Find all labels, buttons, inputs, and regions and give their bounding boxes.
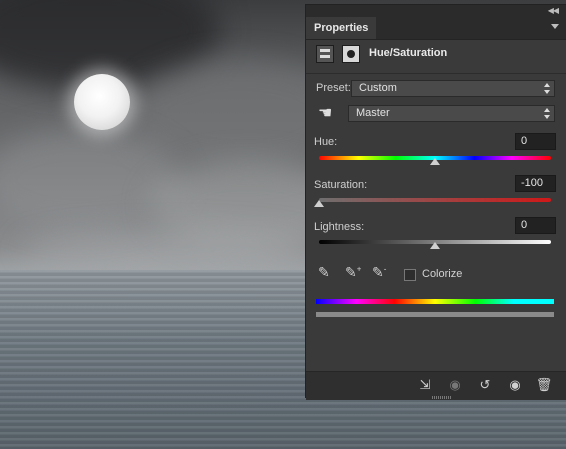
panel-title: Hue/Saturation — [369, 47, 448, 59]
eyedropper-plus-icon[interactable]: ✎+ — [345, 264, 361, 281]
panel-header: Hue/Saturation — [306, 39, 566, 74]
panel-tab-row: Properties — [306, 17, 566, 40]
preset-label: Preset: — [316, 82, 351, 94]
eyedropper-minus-icon[interactable]: ✎- — [372, 264, 386, 281]
hue-value-field[interactable]: 0 — [515, 133, 556, 150]
reset-icon[interactable]: ↺ — [474, 376, 496, 394]
visibility-eye-icon[interactable]: ◉ — [504, 376, 526, 394]
hand-adjust-icon[interactable]: ☚ — [318, 103, 332, 123]
colorize-label: Colorize — [422, 268, 463, 280]
view-previous-state-icon[interactable]: ◉ — [444, 376, 466, 394]
layer-mask-icon[interactable] — [342, 45, 360, 63]
saturation-label: Saturation: — [314, 179, 368, 191]
preset-value: Custom — [359, 82, 397, 94]
saturation-value-field[interactable]: -100 — [515, 175, 556, 192]
saturation-slider-track[interactable] — [319, 198, 551, 202]
eyedropper-icon[interactable]: ✎ — [318, 264, 330, 281]
saturation-slider-thumb[interactable] — [314, 200, 324, 207]
lightness-slider-thumb[interactable] — [430, 242, 440, 249]
double-chevron-icon[interactable]: ◀◀ — [548, 5, 559, 17]
panel-top-strip: ◀◀ — [306, 5, 566, 17]
moon — [74, 74, 130, 130]
lightness-label: Lightness: — [314, 221, 365, 233]
clip-to-layer-icon[interactable]: ⇲ — [414, 376, 436, 394]
input-spectrum-bar — [316, 299, 554, 304]
lightness-value-field[interactable]: 0 — [515, 217, 556, 234]
output-spectrum-bar — [316, 312, 554, 317]
trash-icon[interactable]: 🗑 — [533, 376, 555, 394]
hue-label: Hue: — [314, 136, 338, 148]
colorize-checkbox[interactable] — [404, 269, 416, 281]
resize-grip[interactable] — [432, 396, 452, 399]
channel-select[interactable]: Master — [348, 105, 555, 122]
preset-select[interactable]: Custom — [351, 80, 555, 97]
select-arrows-icon — [544, 83, 550, 94]
panel-menu-icon[interactable] — [551, 24, 559, 29]
adjustment-layer-icon[interactable] — [316, 45, 334, 63]
tab-properties[interactable]: Properties — [306, 17, 377, 39]
properties-panel: ◀◀ Properties Hue/Saturation Preset: Cus… — [305, 4, 566, 400]
hue-slider-thumb[interactable] — [430, 158, 440, 165]
panel-bottom-bar: ⇲ ◉ ↺ ◉ 🗑 — [306, 371, 566, 400]
select-arrows-icon — [544, 108, 550, 119]
channel-value: Master — [356, 107, 390, 119]
